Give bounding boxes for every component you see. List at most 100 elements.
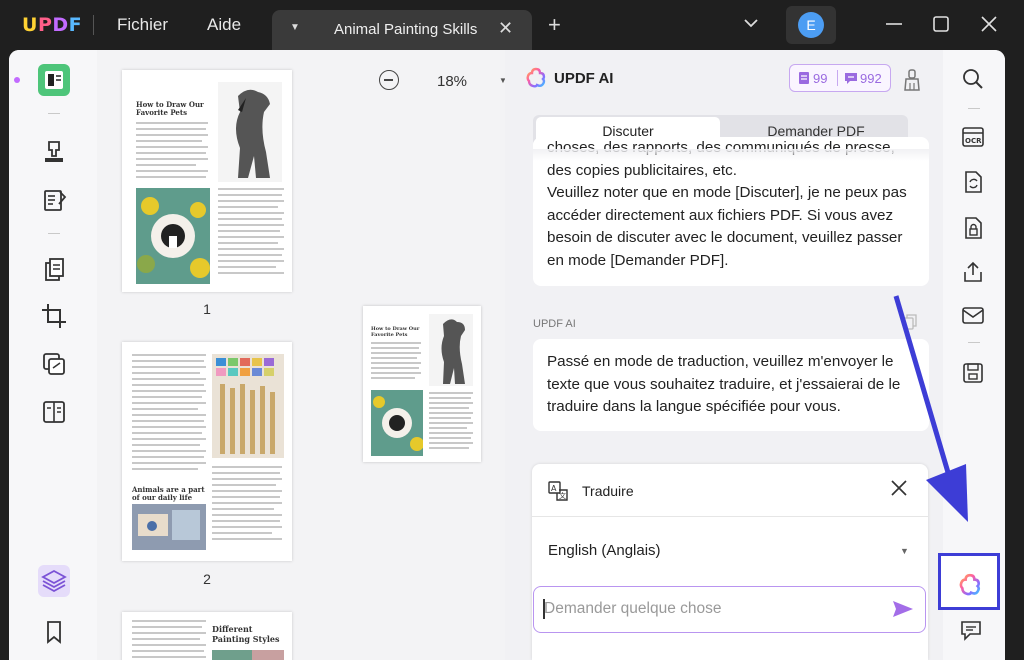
tab-title: Animal Painting Skills xyxy=(334,21,478,38)
organize-button[interactable] xyxy=(38,254,70,286)
translate-close-icon[interactable] xyxy=(890,479,908,497)
chat-credit-icon xyxy=(845,73,857,84)
account-button[interactable]: E xyxy=(786,6,836,44)
dog-sketch-image xyxy=(429,314,473,386)
copy-icon[interactable] xyxy=(903,314,917,330)
app-window: UPDF Fichier Aide ▼ Animal Painting Skil… xyxy=(0,0,1024,660)
bookmark-button[interactable] xyxy=(38,616,70,648)
dog-sketch-image xyxy=(218,82,282,182)
layers-icon xyxy=(41,569,67,593)
credits-badge[interactable]: 99 992 xyxy=(789,64,891,92)
menu-aide[interactable]: Aide xyxy=(207,15,241,35)
thumbnail-page-3[interactable]: Different Painting Styles xyxy=(122,612,292,660)
clear-chat-icon[interactable] xyxy=(903,69,921,91)
layers-copy-icon xyxy=(43,353,65,375)
scroll-fade xyxy=(533,149,929,161)
form-icon xyxy=(43,401,65,423)
updf-ai-logo-icon xyxy=(526,67,546,88)
chevron-down-icon[interactable] xyxy=(742,14,760,32)
layers-button[interactable] xyxy=(38,565,70,597)
doc-credits: 99 xyxy=(813,71,828,86)
email-icon[interactable] xyxy=(961,303,985,327)
tab-dropdown-icon[interactable]: ▼ xyxy=(290,22,300,33)
ai-panel-title: UPDF AI xyxy=(554,70,614,87)
indicator-dot xyxy=(14,77,20,83)
menu-fichier[interactable]: Fichier xyxy=(117,15,168,35)
paint-table-image xyxy=(132,504,206,550)
edit-button[interactable] xyxy=(38,184,70,216)
chat-credits: 992 xyxy=(860,71,882,86)
language-select[interactable]: English (Anglais) xyxy=(548,542,661,559)
avatar: E xyxy=(798,12,824,38)
zoom-level[interactable]: 18% xyxy=(437,73,467,90)
send-icon[interactable] xyxy=(892,599,914,619)
translate-icon: A文 xyxy=(548,481,568,501)
page-preview[interactable]: How to Draw Our Favorite Pets xyxy=(363,306,481,462)
minimize-icon[interactable] xyxy=(883,13,905,35)
ask-placeholder: Demander quelque chose xyxy=(544,600,722,617)
toolbar-separator xyxy=(48,233,60,234)
language-dropdown-icon[interactable]: ▼ xyxy=(900,546,909,556)
reader-button[interactable] xyxy=(38,64,70,96)
search-icon[interactable] xyxy=(961,67,985,91)
comment-button[interactable] xyxy=(38,134,70,166)
thumbnail-page-1[interactable]: How to Draw Our Favorite Pets xyxy=(122,70,292,292)
bookmark-icon xyxy=(47,621,61,644)
comment-list-icon[interactable] xyxy=(960,619,982,641)
ai-message-2: Passé en mode de traduction, veuillez m'… xyxy=(533,339,929,431)
ask-input[interactable]: Demander quelque chose xyxy=(533,586,926,633)
thumbnail-page-2[interactable]: Animals are a part of our daily life xyxy=(122,342,292,561)
ai-panel: UPDF AI 99 992 Discuter Demander PDF cho… xyxy=(505,50,943,660)
convert-icon[interactable] xyxy=(961,170,985,194)
crop-icon xyxy=(42,304,66,328)
convert-button[interactable] xyxy=(38,348,70,380)
updf-ai-icon xyxy=(959,573,981,596)
toolbar-separator xyxy=(968,342,980,343)
crop-button[interactable] xyxy=(38,300,70,332)
document-viewer[interactable]: 18% ▼ How to Draw Our Favorite Pets xyxy=(337,50,507,660)
paintbrushes-image xyxy=(212,354,284,458)
ai-message-2-text: Passé en mode de traduction, veuillez m'… xyxy=(547,353,901,415)
doc-credit-icon xyxy=(799,72,809,84)
painting-image xyxy=(212,650,284,660)
svg-text:A: A xyxy=(551,484,557,493)
organize-pages-icon xyxy=(45,258,64,281)
protect-icon[interactable] xyxy=(961,216,985,240)
translate-panel: A文 Traduire English (Anglais) ▼ Demander… xyxy=(532,464,928,660)
tab-close-icon[interactable]: ✕ xyxy=(498,18,513,39)
maximize-icon[interactable] xyxy=(930,13,952,35)
main-panel: How to Draw Our Favorite Pets 1 Animals … xyxy=(9,50,1005,660)
zoom-out-icon[interactable] xyxy=(379,70,399,90)
dog-photo-image xyxy=(136,188,210,284)
share-icon[interactable] xyxy=(961,260,985,284)
edit-pdf-icon xyxy=(44,190,67,211)
message-sender: UPDF AI xyxy=(533,318,576,330)
thumb-title: How to Draw Our Favorite Pets xyxy=(136,100,204,117)
reader-icon xyxy=(45,71,63,89)
new-tab-icon[interactable]: + xyxy=(548,14,561,36)
dog-photo-image xyxy=(371,390,423,456)
page-number-2: 2 xyxy=(203,571,211,587)
svg-text:OCR: OCR xyxy=(965,137,982,145)
ai-assistant-button[interactable] xyxy=(938,553,1000,610)
form-button[interactable] xyxy=(38,396,70,428)
translate-divider xyxy=(532,516,928,517)
close-window-icon[interactable] xyxy=(978,13,1000,35)
left-toolbar xyxy=(9,50,97,660)
thumb-title: Different Painting Styles xyxy=(212,624,280,644)
thumbnail-panel: How to Draw Our Favorite Pets 1 Animals … xyxy=(97,50,337,660)
updf-logo: UPDF xyxy=(22,14,83,36)
translate-title: Traduire xyxy=(582,483,634,499)
highlighter-icon xyxy=(45,141,63,162)
toolbar-separator xyxy=(48,113,60,114)
document-tab[interactable]: ▼ Animal Painting Skills ✕ xyxy=(272,10,532,50)
ocr-icon[interactable]: OCR xyxy=(961,124,985,148)
save-icon[interactable] xyxy=(961,361,985,385)
toolbar-separator xyxy=(968,108,980,109)
page-number-1: 1 xyxy=(203,301,211,317)
svg-text:文: 文 xyxy=(559,491,566,500)
thumb-heading: Animals are a part of our daily life xyxy=(132,485,205,502)
title-separator xyxy=(93,15,94,35)
page-preview-title: How to Draw Our Favorite Pets xyxy=(371,326,420,338)
title-bar: UPDF Fichier Aide ▼ Animal Painting Skil… xyxy=(0,0,1024,50)
